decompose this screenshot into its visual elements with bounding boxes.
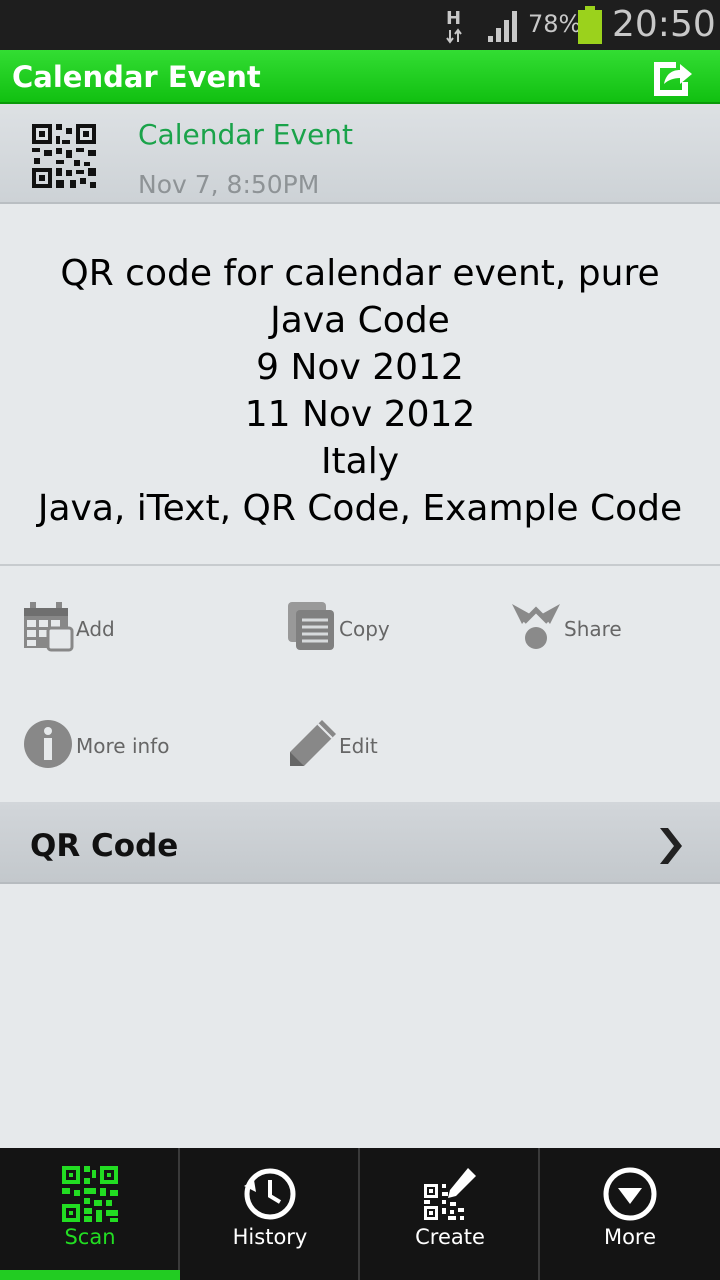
result-line: QR code for calendar event, pure	[60, 253, 660, 294]
edit-pencil-icon	[290, 720, 336, 766]
more-chevron-icon	[603, 1167, 657, 1221]
result-line: 11 Nov 2012	[244, 394, 476, 435]
tab-create[interactable]: Create	[360, 1148, 540, 1280]
status-bar: H 78% 20:50	[0, 0, 720, 50]
result-header: Calendar Event Nov 7, 8:50PM	[0, 104, 720, 204]
result-type-label: Calendar Event	[138, 118, 354, 151]
result-line: 9 Nov 2012	[256, 347, 464, 388]
result-content: QR code for calendar event, pure Java Co…	[0, 206, 720, 566]
edit-button[interactable]: Edit	[286, 718, 446, 774]
tab-scan-label: Scan	[64, 1225, 116, 1249]
network-icon: H	[444, 8, 468, 44]
info-icon	[24, 720, 72, 768]
share-export-icon[interactable]	[650, 56, 694, 98]
tab-more[interactable]: More	[540, 1148, 720, 1280]
more-info-button[interactable]: More info	[22, 718, 222, 774]
chevron-right-icon	[660, 828, 682, 864]
add-label: Add	[76, 617, 115, 641]
result-line: Italy	[320, 441, 400, 482]
history-clock-icon	[244, 1168, 296, 1220]
battery-percent: 78%	[528, 10, 582, 38]
edit-label: Edit	[339, 734, 378, 758]
add-button[interactable]: Add	[22, 600, 222, 656]
qr-code-label: QR Code	[30, 828, 179, 864]
qr-code-icon	[30, 122, 98, 190]
qr-create-icon	[424, 1168, 476, 1220]
battery-icon	[578, 6, 602, 44]
tab-history-label: History	[232, 1225, 308, 1249]
bottom-nav: Scan History Create More	[0, 1148, 720, 1280]
result-line: Java, iText, QR Code, Example Code	[37, 488, 683, 529]
more-info-label: More info	[76, 734, 170, 758]
qr-code-row[interactable]: QR Code	[0, 802, 720, 884]
share-button[interactable]: Share	[510, 600, 670, 656]
action-grid: Add Copy Share More info Edit	[0, 568, 720, 802]
signal-icon	[486, 8, 522, 44]
result-line: Java Code	[270, 300, 450, 341]
tab-history[interactable]: History	[180, 1148, 360, 1280]
tab-scan[interactable]: Scan	[0, 1148, 180, 1280]
tab-more-label: More	[603, 1225, 657, 1249]
clock: 20:50	[612, 4, 716, 45]
page-title: Calendar Event	[12, 60, 261, 94]
calendar-add-icon	[24, 602, 74, 652]
share-icon	[512, 604, 560, 649]
copy-button[interactable]: Copy	[286, 600, 446, 656]
share-label: Share	[564, 617, 622, 641]
tab-create-label: Create	[415, 1225, 485, 1249]
result-timestamp: Nov 7, 8:50PM	[138, 170, 320, 199]
copy-icon	[288, 602, 334, 650]
action-bar: Calendar Event	[0, 50, 720, 104]
copy-label: Copy	[339, 617, 390, 641]
qr-scan-icon	[62, 1166, 118, 1222]
result-text: QR code for calendar event, pure Java Co…	[0, 250, 720, 532]
